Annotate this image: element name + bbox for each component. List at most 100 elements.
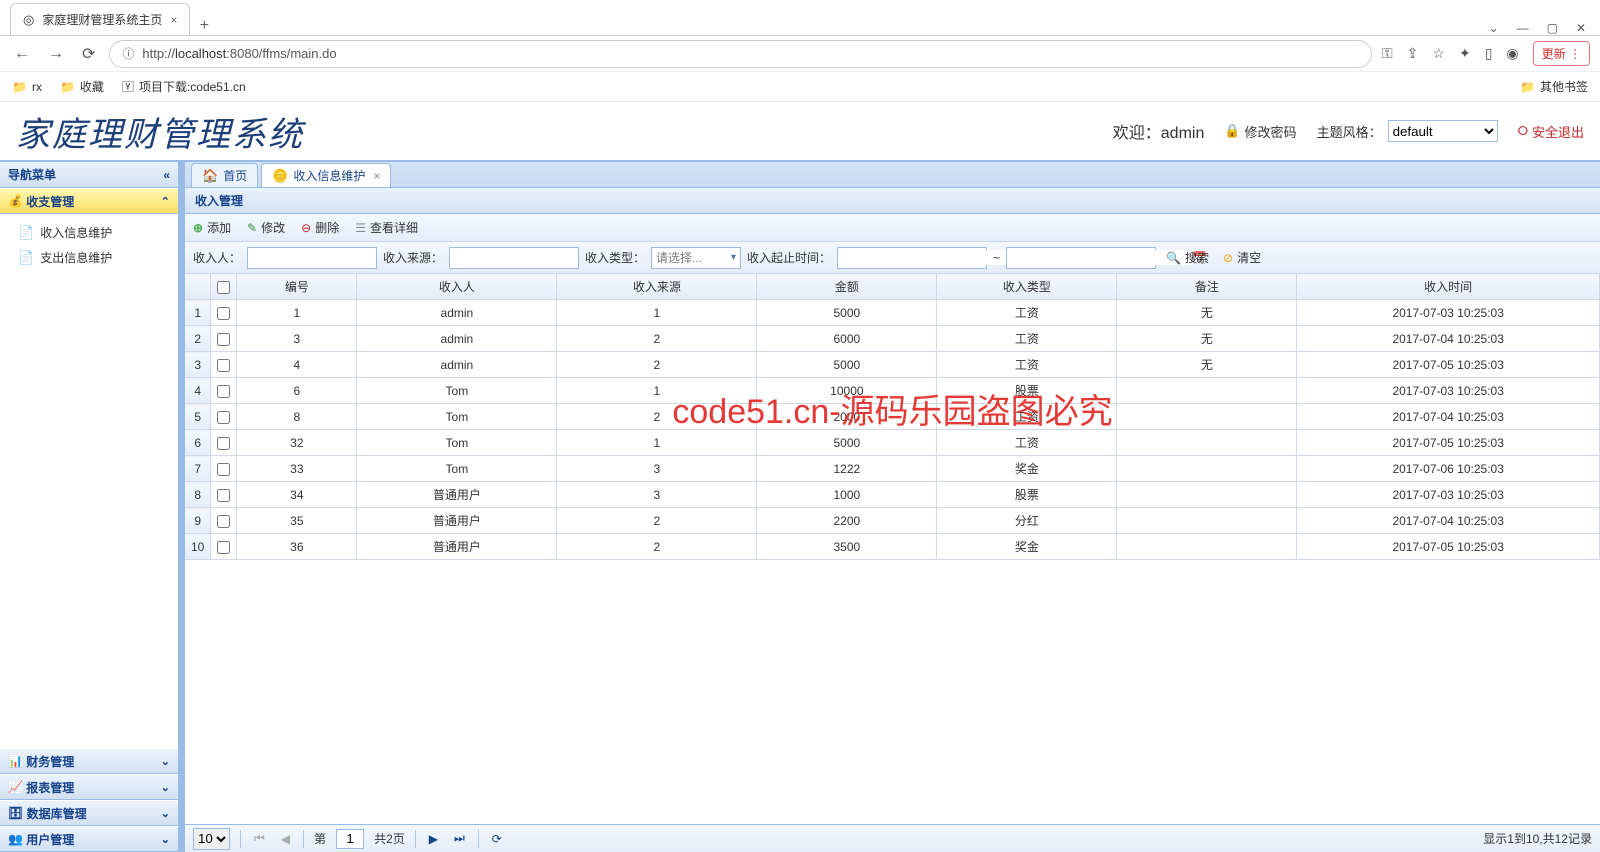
table-row[interactable]: 34admin25000工资无2017-07-05 10:25:03 — [185, 352, 1600, 378]
first-page-button[interactable]: ⏮ — [251, 831, 268, 846]
logout-link[interactable]: ⭘安全退出 — [1518, 122, 1584, 141]
tree-item-expense[interactable]: 📄支出信息维护 — [0, 245, 178, 270]
row-checkbox-cell[interactable] — [211, 456, 237, 482]
cell — [1117, 378, 1297, 404]
window-minimize-icon[interactable]: — — [1517, 21, 1529, 35]
bookmark-rx[interactable]: 📁rx — [12, 80, 42, 94]
reload-button[interactable]: ⟳ — [78, 44, 99, 64]
forward-button[interactable]: → — [44, 45, 68, 63]
type-combo[interactable]: 请选择...▾ — [651, 247, 741, 269]
delete-button[interactable]: ⊖删除 — [301, 219, 339, 236]
tab-close-icon[interactable]: × — [170, 13, 177, 27]
window-close-icon[interactable]: ✕ — [1576, 21, 1586, 35]
folder-icon: 📁 — [12, 80, 27, 94]
row-checkbox-cell[interactable] — [211, 352, 237, 378]
row-checkbox-cell[interactable] — [211, 430, 237, 456]
row-checkbox[interactable] — [217, 333, 230, 346]
page-size-select[interactable]: 10 — [193, 828, 230, 850]
person-input[interactable] — [247, 247, 377, 269]
window-caret-icon[interactable]: ⌄ — [1489, 21, 1499, 35]
row-checkbox-cell[interactable] — [211, 482, 237, 508]
page-input[interactable] — [336, 829, 364, 849]
accordion-users[interactable]: 👥 用户管理 ⌄ — [0, 826, 178, 852]
extension-icon[interactable]: ✦ — [1459, 45, 1471, 62]
browser-tab[interactable]: ◎ 家庭理财管理系统主页 × — [10, 3, 190, 35]
back-button[interactable]: ← — [10, 45, 34, 63]
date-to-input[interactable]: 📅 — [1006, 247, 1156, 269]
table-row[interactable]: 632Tom15000工资2017-07-05 10:25:03 — [185, 430, 1600, 456]
tab-close-icon[interactable]: × — [373, 169, 380, 183]
share-icon[interactable]: ⇪ — [1407, 45, 1419, 62]
row-checkbox[interactable] — [217, 307, 230, 320]
new-tab-button[interactable]: + — [190, 17, 218, 35]
refresh-button[interactable]: ⟳ — [489, 832, 505, 846]
cell: 工资 — [937, 430, 1117, 456]
collapse-icon[interactable]: « — [163, 168, 170, 182]
cell: 8 — [237, 404, 357, 430]
row-checkbox-cell[interactable] — [211, 534, 237, 560]
prev-page-button[interactable]: ◀ — [278, 832, 293, 846]
row-checkbox[interactable] — [217, 541, 230, 554]
bookmark-fav[interactable]: 📁收藏 — [60, 78, 104, 95]
cell: 2017-07-05 10:25:03 — [1297, 352, 1600, 378]
cell: 36 — [237, 534, 357, 560]
accordion-income-expense[interactable]: 💰 收支管理 ⌃ — [0, 188, 178, 214]
add-button[interactable]: ⊕添加 — [193, 219, 231, 236]
edit-button[interactable]: ✎修改 — [247, 219, 285, 236]
row-checkbox-cell[interactable] — [211, 404, 237, 430]
clear-button[interactable]: ⊘清空 — [1219, 249, 1265, 266]
col-header[interactable]: 收入人 — [357, 274, 557, 300]
row-checkbox[interactable] — [217, 515, 230, 528]
key-icon[interactable]: ⚿ — [1382, 45, 1393, 62]
col-header[interactable]: 收入时间 — [1297, 274, 1600, 300]
table-row[interactable]: 23admin26000工资无2017-07-04 10:25:03 — [185, 326, 1600, 352]
cell: 4 — [237, 352, 357, 378]
col-select-all[interactable] — [211, 274, 237, 300]
update-button[interactable]: 更新 ⋮ — [1533, 41, 1590, 66]
row-checkbox[interactable] — [217, 437, 230, 450]
row-checkbox-cell[interactable] — [211, 300, 237, 326]
table-row[interactable]: 11admin15000工资无2017-07-03 10:25:03 — [185, 300, 1600, 326]
source-input[interactable] — [449, 247, 579, 269]
change-password-link[interactable]: 🔒修改密码 — [1224, 122, 1296, 141]
url-input[interactable]: ⓘ http://localhost:8080/ffms/main.do — [109, 40, 1372, 68]
row-checkbox-cell[interactable] — [211, 508, 237, 534]
row-checkbox[interactable] — [217, 359, 230, 372]
col-header[interactable]: 备注 — [1117, 274, 1297, 300]
row-checkbox[interactable] — [217, 463, 230, 476]
table-row[interactable]: 46Tom110000股票2017-07-03 10:25:03 — [185, 378, 1600, 404]
date-from-input[interactable]: 📅 — [837, 247, 987, 269]
select-all-checkbox[interactable] — [217, 281, 230, 294]
profile-icon[interactable]: ◉ — [1506, 45, 1518, 62]
row-checkbox-cell[interactable] — [211, 326, 237, 352]
col-header[interactable]: 金额 — [757, 274, 937, 300]
row-checkbox[interactable] — [217, 385, 230, 398]
bookmark-code51[interactable]: 🅈项目下载:code51.cn — [122, 78, 246, 95]
window-maximize-icon[interactable]: ▢ — [1547, 21, 1558, 35]
table-row[interactable]: 733Tom31222奖金2017-07-06 10:25:03 — [185, 456, 1600, 482]
table-row[interactable]: 58Tom22000工资2017-07-04 10:25:03 — [185, 404, 1600, 430]
row-checkbox[interactable] — [217, 489, 230, 502]
table-row[interactable]: 834普通用户31000股票2017-07-03 10:25:03 — [185, 482, 1600, 508]
theme-combo[interactable]: default — [1388, 120, 1498, 142]
tree-item-income[interactable]: 📄收入信息维护 — [0, 220, 178, 245]
tab-home[interactable]: 🏠首页 — [191, 163, 258, 187]
other-bookmarks[interactable]: 📁其他书签 — [1520, 78, 1588, 95]
last-page-button[interactable]: ⏭ — [451, 831, 468, 846]
panel-icon[interactable]: ▯ — [1485, 45, 1493, 62]
star-icon[interactable]: ☆ — [1432, 45, 1445, 62]
tab-income-maintain[interactable]: 🪙收入信息维护× — [261, 163, 391, 187]
table-row[interactable]: 935普通用户22200分红2017-07-04 10:25:03 — [185, 508, 1600, 534]
accordion-database[interactable]: 🗄 数据库管理 ⌄ — [0, 800, 178, 826]
col-header[interactable]: 收入类型 — [937, 274, 1117, 300]
accordion-report[interactable]: 📈 报表管理 ⌄ — [0, 774, 178, 800]
search-button[interactable]: 🔍搜索 — [1162, 249, 1213, 266]
accordion-finance[interactable]: 📊 财务管理 ⌄ — [0, 748, 178, 774]
row-checkbox[interactable] — [217, 411, 230, 424]
row-checkbox-cell[interactable] — [211, 378, 237, 404]
next-page-button[interactable]: ▶ — [426, 832, 441, 846]
view-detail-button[interactable]: ☰查看详细 — [355, 219, 418, 236]
col-header[interactable]: 收入来源 — [557, 274, 757, 300]
table-row[interactable]: 1036普通用户23500奖金2017-07-05 10:25:03 — [185, 534, 1600, 560]
col-header[interactable]: 编号 — [237, 274, 357, 300]
